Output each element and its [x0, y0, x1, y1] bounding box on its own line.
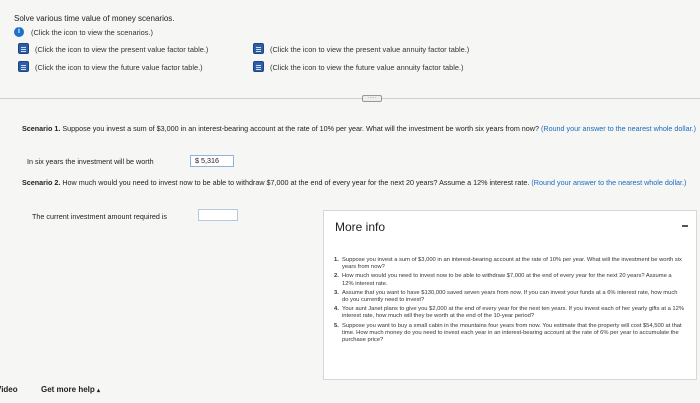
list-item: 2. How much would you need to invest now … — [334, 273, 684, 287]
question-title: Solve various time value of money scenar… — [14, 14, 175, 23]
scenario-2-label: Scenario 2. — [22, 178, 61, 187]
expand-button[interactable]: ····· — [362, 95, 382, 102]
list-item-text: Assume that you want to have $130,000 sa… — [342, 289, 678, 304]
scenario-2-answer-input[interactable] — [198, 209, 238, 221]
list-item: 3. Assume that you want to have $130,000 … — [334, 290, 684, 304]
more-info-title: More info — [335, 220, 386, 234]
video-button[interactable]: Video — [0, 385, 18, 394]
list-item: 1. Suppose you invest a sum of $3,000 in … — [334, 257, 684, 271]
minimize-icon[interactable] — [682, 225, 688, 227]
list-item-number: 4. — [334, 306, 339, 313]
fv-annuity-link[interactable]: (Click the icon to view the future value… — [270, 63, 464, 72]
list-item-text: How much would you need to invest now to… — [342, 273, 672, 287]
list-item: 4. Your aunt Janet plans to give you $2,0… — [334, 306, 684, 320]
scenario-1-hint: (Round your answer to the nearest whole … — [538, 124, 696, 133]
table-icon[interactable] — [18, 43, 29, 54]
list-item-number: 5. — [334, 322, 339, 329]
list-item-number: 1. — [334, 257, 339, 263]
get-more-help-button[interactable]: Get more help ▴ — [41, 385, 100, 394]
scenario-1-answer-prompt: In six years the investment will be wort… — [27, 157, 154, 166]
info-icon[interactable]: i — [14, 27, 24, 37]
list-item-text: Suppose you want to buy a small cabin in… — [342, 322, 682, 344]
pv-annuity-link[interactable]: (Click the icon to view the present valu… — [270, 45, 469, 54]
pv-factor-link[interactable]: (Click the icon to view the present valu… — [35, 45, 208, 54]
table-icon[interactable] — [18, 61, 29, 72]
table-icon[interactable] — [253, 61, 264, 72]
scenario-1-body: Suppose you invest a sum of $3,000 in an… — [60, 124, 539, 133]
get-more-help-label: Get more help — [41, 385, 95, 394]
list-item: 5. Suppose you want to buy a small cabin … — [334, 323, 684, 345]
fv-factor-link[interactable]: (Click the icon to view the future value… — [35, 63, 203, 72]
scenario-1-answer-field[interactable]: $ 5,316 — [190, 155, 234, 167]
more-info-panel: More info 1. Suppose you invest a sum of … — [323, 210, 697, 380]
scenario-1-label: Scenario 1. — [22, 124, 61, 133]
scenario-2-answer-prompt: The current investment amount required i… — [32, 212, 168, 221]
scenario-2-text: Scenario 2. How much would you need to i… — [22, 178, 698, 187]
table-icon[interactable] — [253, 43, 264, 54]
list-item-text: Suppose you invest a sum of $3,000 in an… — [342, 257, 682, 271]
more-info-list: 1. Suppose you invest a sum of $3,000 in … — [334, 257, 684, 346]
list-item-number: 2. — [334, 273, 339, 280]
scenario-1-text: Scenario 1. Suppose you invest a sum of … — [22, 124, 698, 133]
list-item-text: Your aunt Janet plans to give you $2,000… — [342, 306, 685, 320]
scenario-2-body: How much would you need to invest now to… — [60, 178, 530, 187]
section-divider — [0, 98, 700, 99]
scenario-2-hint: (Round your answer to the nearest whole … — [529, 178, 687, 187]
list-item-number: 3. — [334, 289, 339, 296]
chevron-up-icon: ▴ — [97, 388, 101, 394]
scenarios-link[interactable]: (Click the icon to view the scenarios.) — [31, 28, 153, 37]
